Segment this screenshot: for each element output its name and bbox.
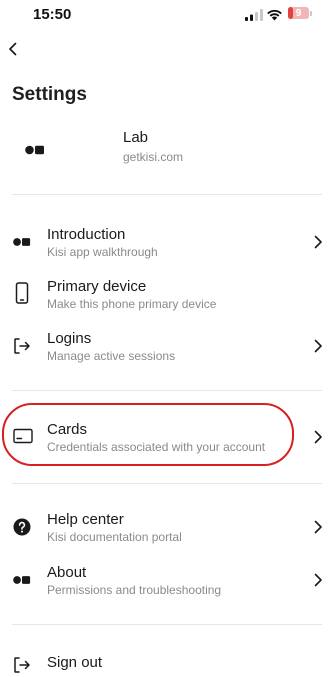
settings-item-introduction[interactable]: Introduction Kisi app walkthrough — [0, 226, 329, 272]
sign-out-label: Sign out — [47, 654, 103, 671]
item-title: Introduction — [47, 226, 126, 243]
wifi-icon — [266, 8, 283, 21]
sign-out-button[interactable]: Sign out — [0, 654, 329, 676]
settings-item-primary-device[interactable]: Primary device Make this phone primary d… — [0, 278, 329, 324]
item-title: Help center — [47, 511, 124, 528]
page-title: Settings — [12, 84, 87, 105]
settings-item-logins[interactable]: Logins Manage active sessions — [0, 330, 329, 376]
chevron-left-icon — [8, 42, 18, 61]
back-button[interactable] — [4, 41, 22, 61]
phone-icon — [13, 282, 31, 304]
chevron-right-icon — [313, 573, 323, 587]
divider — [12, 194, 322, 195]
item-title: Primary device — [47, 278, 147, 295]
kisi-logo-icon — [25, 142, 45, 155]
status-time: 15:50 — [33, 6, 72, 23]
help-circle-icon — [13, 516, 31, 538]
item-subtitle: Permissions and troubleshooting — [47, 583, 222, 597]
chevron-right-icon — [313, 235, 323, 249]
item-subtitle: Make this phone primary device — [47, 297, 217, 311]
settings-item-help-center[interactable]: Help center Kisi documentation portal — [0, 511, 329, 557]
divider — [12, 390, 322, 391]
item-subtitle: Kisi app walkthrough — [47, 245, 158, 259]
account-header: Lab getkisi.com — [0, 128, 329, 168]
kisi-logo-icon — [13, 231, 31, 253]
account-domain: getkisi.com — [123, 150, 184, 164]
account-name: Lab — [123, 129, 149, 146]
item-title: Logins — [47, 330, 92, 347]
highlight-outline — [2, 403, 294, 466]
sign-out-icon — [13, 654, 31, 676]
item-subtitle: Kisi documentation portal — [47, 530, 182, 544]
cellular-signal-icon — [245, 8, 263, 21]
chevron-right-icon — [313, 520, 323, 534]
battery-level: 9 — [295, 7, 302, 19]
divider — [12, 624, 322, 625]
settings-item-about[interactable]: About Permissions and troubleshooting — [0, 564, 329, 610]
battery-low-icon: 9 — [288, 7, 314, 21]
chevron-right-icon — [313, 430, 323, 444]
status-bar: 15:50 9 — [0, 0, 329, 30]
divider — [12, 483, 322, 484]
battery-body: 9 — [288, 7, 309, 19]
item-title: About — [47, 564, 87, 581]
login-arrow-icon — [13, 335, 31, 357]
battery-fill — [288, 7, 293, 19]
item-subtitle: Manage active sessions — [47, 349, 176, 363]
chevron-right-icon — [313, 339, 323, 353]
kisi-logo-icon — [13, 569, 31, 591]
battery-cap — [310, 11, 312, 16]
